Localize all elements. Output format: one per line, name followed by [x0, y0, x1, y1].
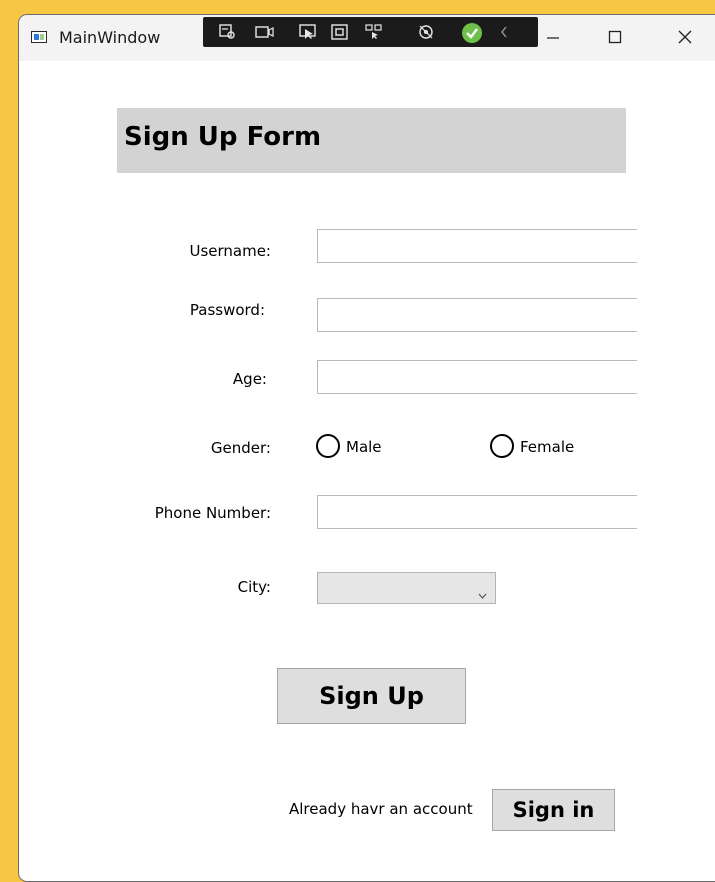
- phone-input[interactable]: [317, 495, 637, 529]
- display-layout-icon[interactable]: [365, 24, 383, 40]
- maximize-icon: [608, 30, 622, 44]
- close-icon: [678, 30, 692, 44]
- pointer-select-icon[interactable]: [299, 24, 317, 40]
- gender-male-radio[interactable]: [316, 434, 340, 458]
- form-header: Sign Up Form: [117, 108, 626, 173]
- phone-label: Phone Number:: [154, 504, 271, 522]
- main-window: MainWindow Sign Up Form Username: Passwo…: [18, 14, 715, 882]
- title-bar[interactable]: MainWindow: [19, 15, 715, 61]
- window-title: MainWindow: [59, 28, 161, 47]
- gender-female-radio[interactable]: [490, 434, 514, 458]
- debug-toolbar: [203, 17, 538, 47]
- minimize-icon: [547, 37, 559, 39]
- minimize-button[interactable]: [533, 21, 573, 55]
- city-combobox[interactable]: [317, 572, 496, 604]
- username-input[interactable]: [317, 229, 637, 263]
- video-record-icon[interactable]: [255, 24, 274, 40]
- gender-male-label[interactable]: Male: [346, 438, 382, 456]
- maximize-button[interactable]: [595, 21, 635, 55]
- password-input[interactable]: [317, 298, 637, 332]
- form-title: Sign Up Form: [124, 122, 322, 152]
- check-icon[interactable]: [461, 22, 483, 44]
- close-button[interactable]: [665, 21, 705, 55]
- sign-in-button[interactable]: Sign in: [492, 789, 615, 831]
- password-label: Password:: [189, 301, 265, 319]
- age-label: Age:: [232, 370, 267, 388]
- app-icon: [31, 31, 47, 43]
- select-element-icon[interactable]: [219, 24, 237, 40]
- gender-female-label[interactable]: Female: [520, 438, 574, 456]
- age-input[interactable]: [317, 360, 637, 394]
- city-label: City:: [237, 578, 271, 596]
- frame-icon[interactable]: [331, 24, 349, 40]
- hot-reload-icon[interactable]: [417, 24, 435, 40]
- collapse-arrow-icon[interactable]: [499, 24, 517, 40]
- username-label: Username:: [189, 242, 271, 260]
- sign-in-hint: Already havr an account: [289, 800, 473, 818]
- gender-label: Gender:: [210, 439, 271, 457]
- sign-up-button[interactable]: Sign Up: [277, 668, 466, 724]
- chevron-down-icon: [478, 584, 487, 603]
